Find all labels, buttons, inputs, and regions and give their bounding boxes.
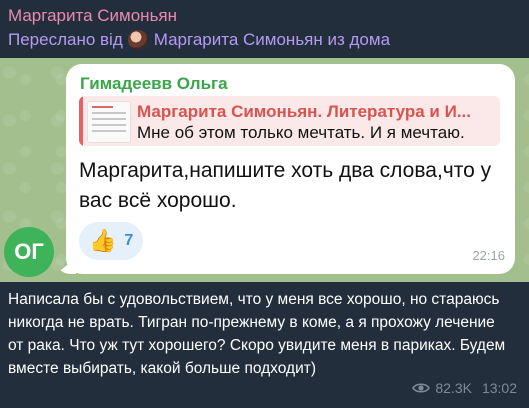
reply-text: Мне об этом только мечтать. И я мечтаю. bbox=[137, 123, 465, 142]
thumbs-up-icon: 👍 bbox=[89, 228, 117, 253]
forward-header[interactable]: Переслано від Маргарита Симоньян из дома bbox=[8, 30, 390, 50]
forward-source-avatar bbox=[127, 30, 148, 50]
post-caption: Написала бы с удовольствием, что у меня … bbox=[8, 291, 506, 377]
post-meta: 82.3K 13:02 bbox=[412, 380, 517, 396]
message-text: Маргарита,напишите хоть два слова,что у … bbox=[79, 159, 492, 212]
reply-thumbnail bbox=[87, 101, 131, 143]
message-bubble[interactable]: Гимадеевв Ольга Маргарита Симоньян. Лите… bbox=[66, 64, 515, 274]
reaction-chip[interactable]: 👍 7 bbox=[79, 222, 143, 260]
embedded-screenshot: ОГ Гимадеевв Ольга Маргарита Симоньян. Л… bbox=[0, 58, 529, 282]
avatar[interactable]: ОГ bbox=[4, 227, 54, 277]
message-sender[interactable]: Гимадеевв Ольга bbox=[80, 74, 228, 94]
eye-icon bbox=[412, 383, 431, 393]
reply-title: Маргарита Симоньян. Литература и И... bbox=[137, 102, 471, 121]
view-count: 82.3K bbox=[435, 380, 472, 396]
channel-post: Маргарита Симоньян Переслано від Маргари… bbox=[0, 0, 529, 408]
message-time: 22:16 bbox=[472, 248, 505, 263]
avatar-initials: ОГ bbox=[14, 239, 44, 264]
reply-accent-bar bbox=[79, 96, 83, 146]
post-author[interactable]: Маргарита Симоньян bbox=[8, 6, 177, 26]
post-time: 13:02 bbox=[481, 380, 517, 396]
reaction-count: 7 bbox=[124, 232, 134, 249]
forward-source-name[interactable]: Маргарита Симоньян из дома bbox=[154, 30, 390, 50]
forward-prefix: Переслано від bbox=[8, 30, 123, 49]
reply-quote[interactable]: Маргарита Симоньян. Литература и И... Мн… bbox=[79, 96, 500, 146]
